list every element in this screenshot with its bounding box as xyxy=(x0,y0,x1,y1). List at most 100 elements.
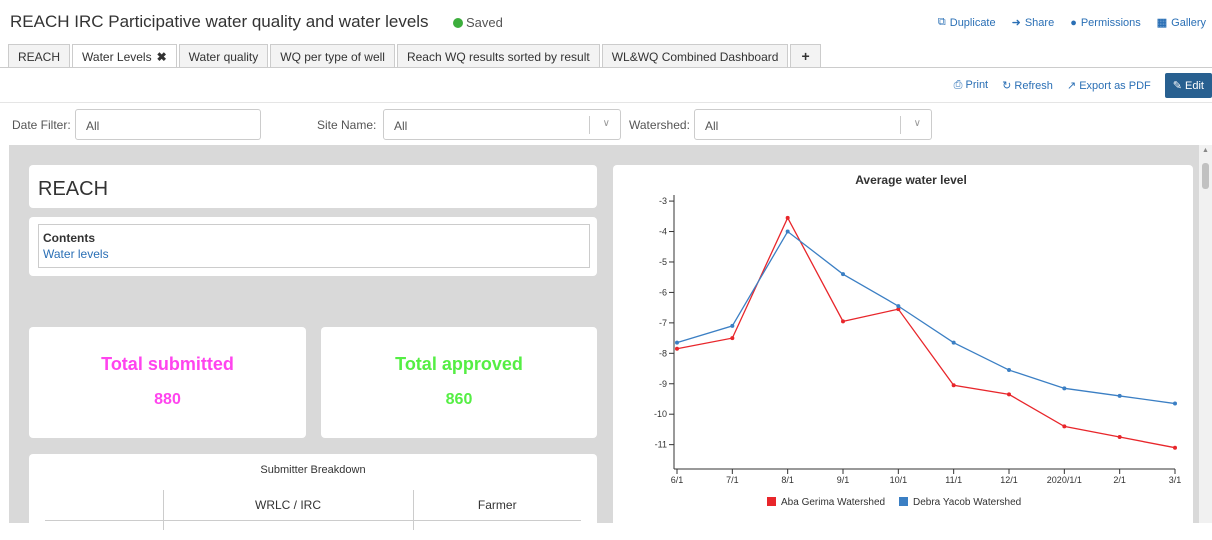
external-link-icon: ↗ xyxy=(1066,80,1077,92)
refresh-button[interactable]: ↻ Refresh xyxy=(1002,79,1053,92)
chart-card: Average water level -3 -4 -5 -6 -7 -8 -9 -10 -11… xyxy=(613,165,1193,535)
scroll-up-icon[interactable]: ▲ xyxy=(1202,147,1209,154)
action-bar: ⎙ Print ↻ Refresh ↗ Export as PDF ✎ Edit xyxy=(954,73,1212,98)
user-icon: ● xyxy=(1070,16,1077,29)
table-header-wrlc: WRLC / IRC xyxy=(162,490,414,521)
contents-title: Contents xyxy=(43,231,95,245)
x-tick-label: 6/1 xyxy=(671,475,684,485)
dashboard-title: REACH IRC Participative water quality an… xyxy=(10,12,429,31)
export-pdf-button[interactable]: ↗ Export as PDF xyxy=(1067,79,1151,92)
total-submitted-value: 880 xyxy=(154,391,181,408)
tab-bar: REACH Water Levels ✖ Water quality WQ per… xyxy=(8,44,823,68)
scrollbar[interactable]: ▲ xyxy=(1199,145,1212,523)
tab-reach-wq-sorted[interactable]: Reach WQ results sorted by result xyxy=(396,44,600,68)
section-heading: REACH xyxy=(38,178,109,200)
scroll-thumb[interactable] xyxy=(1202,163,1209,189)
site-name-select[interactable]: All ∨ xyxy=(383,109,621,140)
tab-wq-per-type[interactable]: WQ per type of well xyxy=(270,44,395,68)
series-line xyxy=(676,230,1176,405)
refresh-icon: ↻ xyxy=(1002,80,1012,92)
contents-box: Contents Water levels xyxy=(38,224,590,268)
total-approved-card: Total approved 860 xyxy=(321,327,597,438)
close-icon[interactable]: ✖ xyxy=(157,50,167,64)
data-point xyxy=(1062,386,1067,391)
data-point xyxy=(785,229,790,234)
chevron-down-icon: ∨ xyxy=(602,118,610,129)
duplicate-link[interactable]: ⧉ Duplicate xyxy=(938,16,996,29)
breakdown-table: WRLC / IRC Farmer xyxy=(45,490,581,530)
y-tick-label: -9 xyxy=(659,379,667,389)
x-tick-label: 2020/1/1 xyxy=(1047,475,1082,485)
legend-swatch xyxy=(767,497,776,506)
data-point xyxy=(841,272,845,277)
x-tick-label: 8/1 xyxy=(781,475,794,485)
print-icon: ⎙ xyxy=(953,79,963,91)
data-point xyxy=(1117,435,1122,440)
chart-series xyxy=(675,215,1177,450)
print-button[interactable]: ⎙ Print xyxy=(954,79,989,92)
select-divider xyxy=(589,116,590,134)
chart-legend: Aba Gerima Watershed Debra Yacob Watershe… xyxy=(767,497,1021,508)
saved-status: Saved xyxy=(453,15,503,30)
watershed-label: Watershed: xyxy=(629,118,690,132)
chart-axes: -3 -4 -5 -6 -7 -8 -9 -10 -11 6/1 7/1 8/1 9/1 10/1 11/1… xyxy=(654,195,1181,485)
table-row xyxy=(45,520,581,530)
select-divider xyxy=(900,116,901,134)
data-point xyxy=(1117,393,1122,398)
permissions-link[interactable]: ● Permissions xyxy=(1070,16,1141,29)
saved-label: Saved xyxy=(466,15,503,30)
share-icon: ➜ xyxy=(1011,17,1021,29)
chart-title: Average water level xyxy=(855,173,967,187)
y-tick-label: -6 xyxy=(659,287,667,297)
data-point xyxy=(675,346,679,351)
legend-label: Aba Gerima Watershed xyxy=(781,497,885,508)
x-tick-label: 12/1 xyxy=(1000,475,1018,485)
total-submitted-card: Total submitted 880 xyxy=(29,327,306,438)
add-tab-button[interactable]: + xyxy=(790,44,821,68)
y-tick-label: -10 xyxy=(654,409,667,419)
data-point xyxy=(1062,424,1067,429)
tab-divider xyxy=(0,67,1212,68)
table-header-empty xyxy=(45,490,163,521)
watershed-select[interactable]: All ∨ xyxy=(694,109,932,140)
x-tick-label: 11/1 xyxy=(945,475,962,485)
data-point xyxy=(785,215,790,220)
total-submitted-label: Total submitted xyxy=(101,354,234,374)
x-tick-label: 9/1 xyxy=(837,475,850,485)
x-tick-label: 2/1 xyxy=(1113,475,1126,485)
y-tick-label: -4 xyxy=(659,227,667,237)
gallery-link[interactable]: ▦ Gallery xyxy=(1156,16,1206,30)
tab-water-levels[interactable]: Water Levels ✖ xyxy=(72,44,177,68)
title-bar: REACH IRC Participative water quality an… xyxy=(0,0,1212,44)
data-point xyxy=(841,319,845,324)
data-point xyxy=(1173,445,1177,450)
tab-combined-dashboard[interactable]: WL&WQ Combined Dashboard xyxy=(601,44,789,68)
check-circle-icon xyxy=(453,18,463,28)
edit-button[interactable]: ✎ Edit xyxy=(1164,73,1212,98)
grid-icon: ▦ xyxy=(1156,17,1168,29)
average-water-level-chart: Average water level -3 -4 -5 -6 -7 -8 -9 -10 -11… xyxy=(654,173,1181,508)
tab-reach[interactable]: REACH xyxy=(8,44,71,68)
contents-link-water-levels[interactable]: Water levels xyxy=(43,247,585,261)
x-tick-label: 10/1 xyxy=(890,475,908,485)
plus-icon: + xyxy=(801,48,810,64)
x-tick-label: 3/1 xyxy=(1169,475,1182,485)
date-filter-input[interactable]: All xyxy=(75,109,261,140)
legend-swatch xyxy=(899,497,908,506)
tab-water-quality[interactable]: Water quality xyxy=(178,44,269,68)
copy-icon: ⧉ xyxy=(937,16,946,28)
pencil-icon: ✎ xyxy=(1172,80,1182,92)
y-tick-label: -11 xyxy=(655,440,667,450)
data-point xyxy=(730,336,735,341)
y-tick-label: -8 xyxy=(659,348,667,358)
site-name-label: Site Name: xyxy=(317,118,377,132)
y-tick-label: -3 xyxy=(659,196,667,206)
share-link[interactable]: ➜ Share xyxy=(1011,16,1055,30)
dashboard-canvas: REACH Contents Water levels Total submit… xyxy=(9,145,1199,535)
data-point xyxy=(1173,401,1177,406)
top-links: ⧉ Duplicate ➜ Share ● Permissions ▦ Gallery xyxy=(938,16,1206,29)
submitter-breakdown-card: Submitter Breakdown WRLC / IRC Farmer xyxy=(29,454,597,534)
filter-bar: Date Filter: All Site Name: All ∨ Watersh… xyxy=(0,102,1212,144)
series-line xyxy=(676,216,1176,449)
total-approved-value: 860 xyxy=(445,391,473,408)
